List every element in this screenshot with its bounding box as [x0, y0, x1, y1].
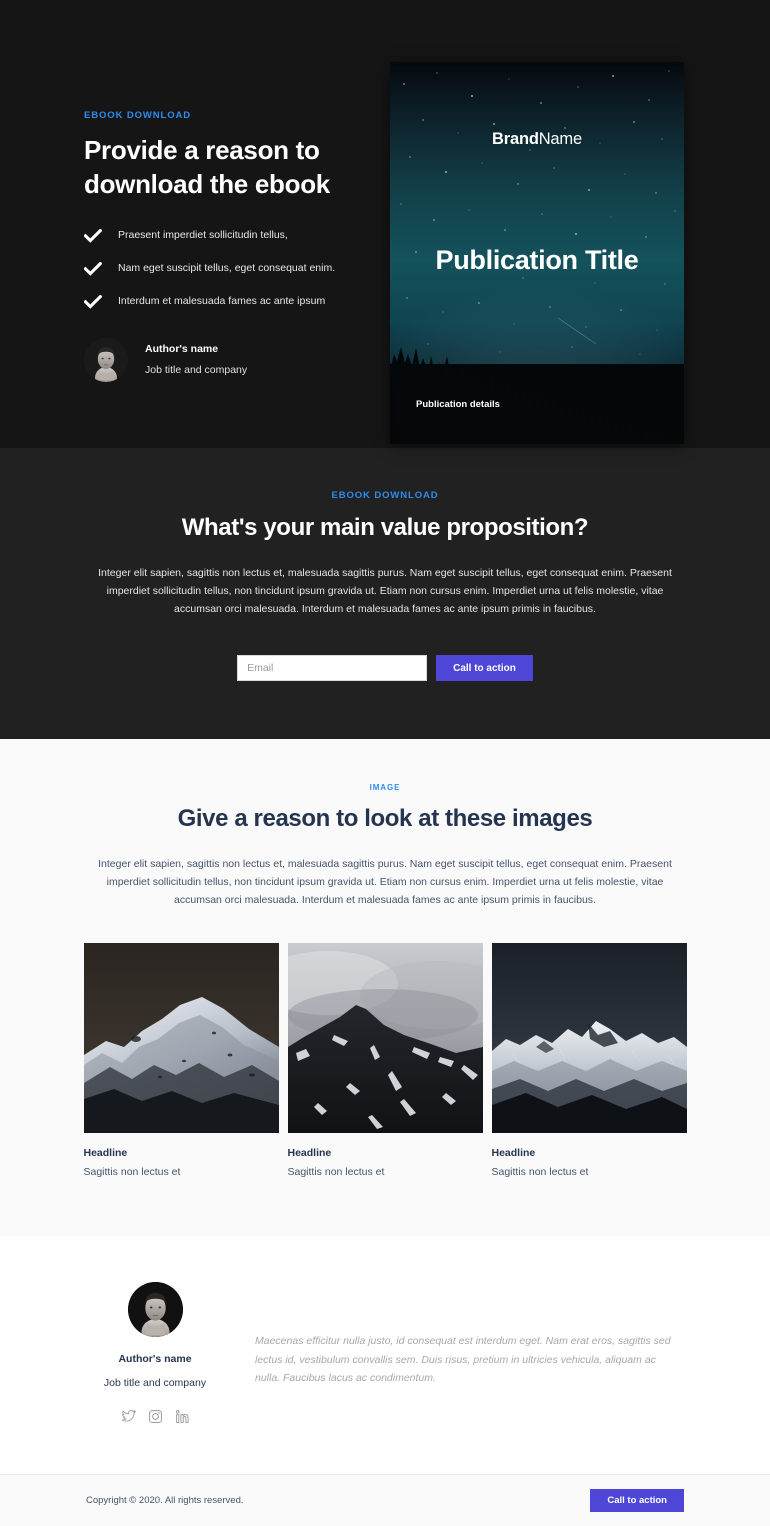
- list-item: Nam eget suscipit tellus, eget consequat…: [84, 261, 384, 277]
- valueprop-body: Integer elit sapien, sagittis non lectus…: [98, 567, 672, 616]
- testimonial-quote: Maecenas efficitur nulla justo, id conse…: [255, 1335, 671, 1385]
- cover-publication-details: Publication details: [416, 399, 500, 410]
- list-item: Praesent imperdiet sollicitudin tellus,: [84, 228, 384, 244]
- email-input[interactable]: [237, 655, 428, 682]
- image-card[interactable]: Headline Sagittis non lectus et: [287, 943, 483, 1179]
- image-card-grid: Headline Sagittis non lectus et Headline…: [0, 943, 770, 1178]
- cover-brand-bold: Brand: [492, 130, 539, 148]
- cover-brand-light: Name: [538, 130, 582, 148]
- image-card[interactable]: Headline Sagittis non lectus et: [491, 943, 687, 1179]
- images-eyebrow: IMAGE: [369, 783, 401, 793]
- benefit-text: Nam eget suscipit tellus, eget consequat…: [118, 262, 336, 275]
- tree-silhouette-decoration: [390, 324, 684, 444]
- card-subtitle: Sagittis non lectus et: [287, 1166, 385, 1179]
- valueprop-eyebrow: EBOOK DOWNLOAD: [331, 490, 439, 501]
- card-headline: Headline: [287, 1147, 332, 1160]
- copyright-text: Copyright © 2020. All rights reserved.: [86, 1495, 244, 1507]
- cover-publication-title: Publication Title: [435, 245, 639, 275]
- page-footer: Copyright © 2020. All rights reserved. C…: [0, 1474, 770, 1526]
- avatar: [84, 337, 128, 382]
- mountain-image-1: [83, 943, 279, 1134]
- card-headline: Headline: [83, 1147, 128, 1160]
- twitter-icon[interactable]: [121, 1409, 136, 1424]
- testimonial-author-column: Author's name Job title and company: [55, 1282, 255, 1424]
- footer-call-to-action-button[interactable]: Call to action: [590, 1489, 684, 1513]
- instagram-icon[interactable]: [148, 1409, 163, 1424]
- testimonial-author-job: Job title and company: [103, 1377, 207, 1390]
- card-subtitle: Sagittis non lectus et: [83, 1166, 181, 1179]
- hero-author-meta: Author's name Job title and company: [145, 343, 247, 376]
- images-body: Integer elit sapien, sagittis non lectus…: [98, 858, 672, 907]
- author-job-title: Job title and company: [145, 364, 248, 377]
- list-item: Interdum et malesuada fames ac ante ipsu…: [84, 294, 384, 310]
- mountain-image-3: [491, 943, 687, 1134]
- publication-cover-image: BrandName Publication Title Publication …: [390, 62, 684, 444]
- images-section: IMAGE Give a reason to look at these ima…: [0, 739, 770, 1237]
- benefit-text: Praesent imperdiet sollicitudin tellus,: [118, 229, 288, 242]
- images-title: Give a reason to look at these images: [177, 805, 593, 833]
- avatar: [127, 1282, 183, 1338]
- cover-brand-name: BrandName: [390, 130, 684, 149]
- mountain-image-2: [287, 943, 483, 1134]
- hero-title: Provide a reason to download the ebook: [84, 135, 330, 199]
- hero-copy-column: EBOOK DOWNLOAD Provide a reason to downl…: [84, 110, 384, 382]
- testimonial-inner: Author's name Job title and company Maec…: [0, 1282, 770, 1424]
- value-proposition-section: EBOOK DOWNLOAD What's your main value pr…: [0, 448, 770, 740]
- hero-benefit-list: Praesent imperdiet sollicitudin tellus, …: [84, 228, 384, 310]
- checkmark-icon: [84, 261, 110, 277]
- hero-section: EBOOK DOWNLOAD Provide a reason to downl…: [0, 0, 770, 448]
- author-name: Author's name: [145, 343, 219, 356]
- hero-eyebrow: EBOOK DOWNLOAD: [84, 110, 192, 121]
- checkmark-icon: [84, 228, 110, 244]
- social-links: [121, 1409, 190, 1424]
- valueprop-title: What's your main value proposition?: [181, 514, 589, 541]
- email-signup-form: Call to action: [0, 655, 770, 682]
- call-to-action-button[interactable]: Call to action: [436, 655, 533, 682]
- card-headline: Headline: [491, 1147, 536, 1160]
- testimonial-author-name: Author's name: [118, 1353, 192, 1366]
- image-card[interactable]: Headline Sagittis non lectus et: [83, 943, 279, 1179]
- checkmark-icon: [84, 294, 110, 310]
- linkedin-icon[interactable]: [175, 1409, 190, 1424]
- hero-author-block: Author's name Job title and company: [84, 337, 384, 382]
- card-subtitle: Sagittis non lectus et: [491, 1166, 589, 1179]
- benefit-text: Interdum et malesuada fames ac ante ipsu…: [118, 295, 326, 308]
- testimonial-section: Author's name Job title and company Maec…: [0, 1236, 770, 1475]
